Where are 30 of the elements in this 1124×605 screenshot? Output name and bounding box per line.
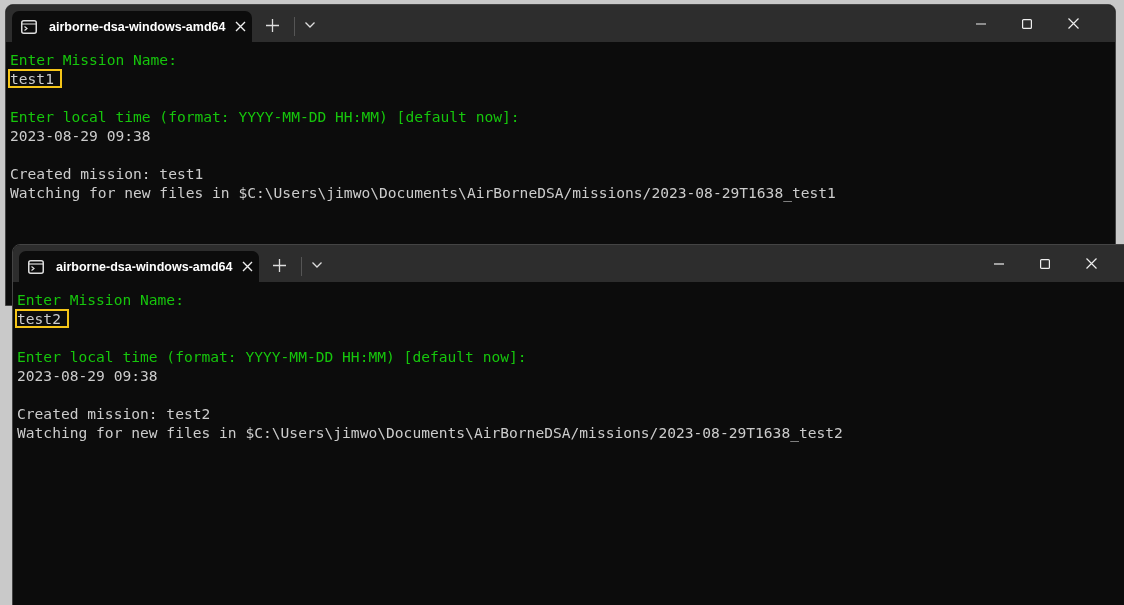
close-icon[interactable] [1086, 258, 1097, 269]
maximize-icon[interactable] [1022, 18, 1032, 29]
close-tab-icon[interactable] [235, 21, 246, 32]
highlighted-input-text: test1 [8, 69, 62, 88]
prompt-text: Enter Mission Name: [10, 51, 177, 68]
minimize-icon[interactable] [976, 22, 986, 25]
terminal-icon [28, 259, 44, 274]
tab-title: airborne-dsa-windows-amd64 [56, 259, 234, 274]
output-text: Created mission: test2 [17, 405, 211, 422]
close-tab-icon[interactable] [242, 261, 253, 272]
input-text: 2023-08-29 09:38 [16, 366, 159, 385]
input-text: 2023-08-29 09:38 [9, 126, 152, 145]
maximize-icon[interactable] [1040, 258, 1050, 269]
dropdown-icon[interactable] [312, 262, 322, 268]
close-icon[interactable] [1068, 18, 1079, 29]
terminal-tab[interactable]: airborne-dsa-windows-amd64 [19, 251, 259, 282]
prompt-text: Enter local time (format: YYYY-MM-DD HH:MM) [default now]: [17, 348, 527, 365]
output-text: Watching for new files in $C:\Users\jimwo\Documents\AirBorneDSA/missions/2023-08-29T1638_test1 [10, 184, 836, 201]
new-tab-icon[interactable] [266, 19, 279, 32]
terminal-tab[interactable]: airborne-dsa-windows-amd64 [12, 11, 252, 42]
tab-title: airborne-dsa-windows-amd64 [49, 19, 227, 34]
terminal-icon [21, 19, 37, 34]
output-text: Created mission: test1 [10, 165, 204, 182]
minimize-icon[interactable] [994, 262, 1004, 265]
dropdown-icon[interactable] [305, 22, 315, 28]
output-text: Watching for new files in $C:\Users\jimwo\Documents\AirBorneDSA/missions/2023-08-29T1638_test2 [17, 424, 843, 441]
new-tab-icon[interactable] [273, 259, 286, 272]
highlighted-input-text: test2 [15, 309, 69, 328]
prompt-text: Enter Mission Name: [17, 291, 184, 308]
prompt-text: Enter local time (format: YYYY-MM-DD HH:MM) [default now]: [10, 108, 520, 125]
